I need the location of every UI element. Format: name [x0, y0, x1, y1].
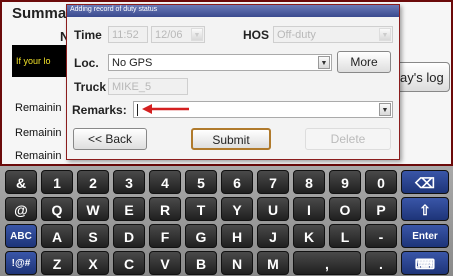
key-u[interactable]: U [257, 197, 289, 221]
key-8[interactable]: 8 [293, 170, 325, 194]
key-w[interactable]: W [77, 197, 109, 221]
key-t[interactable]: T [185, 197, 217, 221]
chevron-down-icon: ▼ [191, 28, 203, 41]
key-d[interactable]: D [113, 224, 145, 248]
enter-key[interactable]: Enter [401, 224, 449, 248]
key-x[interactable]: X [77, 251, 109, 275]
key-y[interactable]: Y [221, 197, 253, 221]
key-comma[interactable]: , [293, 251, 361, 275]
key-f[interactable]: F [149, 224, 181, 248]
symbols-key[interactable]: !@# [5, 251, 37, 275]
key-v[interactable]: V [149, 251, 181, 275]
key-2[interactable]: 2 [77, 170, 109, 194]
chevron-down-icon[interactable]: ▼ [318, 56, 330, 69]
time-field: 11:52 [108, 26, 148, 43]
key-n[interactable]: N [221, 251, 253, 275]
key-z[interactable]: Z [41, 251, 73, 275]
submit-button[interactable]: Submit [191, 128, 271, 150]
date-value: 12/06 [155, 29, 183, 41]
delete-button: Delete [305, 128, 391, 150]
key-dash[interactable]: - [365, 224, 397, 248]
keyboard-hide-icon[interactable]: ⌨ [401, 251, 449, 275]
location-value: No GPS [112, 57, 153, 69]
hos-value: Off-duty [277, 29, 316, 41]
back-button[interactable]: << Back [73, 128, 147, 150]
key-q[interactable]: Q [41, 197, 73, 221]
remaining-label-2: Remainin [15, 127, 62, 139]
key-period[interactable]: . [365, 251, 397, 275]
text-cursor [137, 104, 138, 116]
backspace-icon[interactable]: ⌫ [401, 170, 449, 194]
key-c[interactable]: C [113, 251, 145, 275]
date-field: 12/06 ▼ [151, 26, 205, 43]
key-o[interactable]: O [329, 197, 361, 221]
key-l[interactable]: L [329, 224, 361, 248]
hos-select: Off-duty ▼ [273, 26, 393, 43]
shift-icon[interactable]: ⇧ [401, 197, 449, 221]
key-4[interactable]: 4 [149, 170, 181, 194]
key-a[interactable]: A [41, 224, 73, 248]
dialog-title: Adding record of duty status [67, 5, 399, 17]
key-g[interactable]: G [185, 224, 217, 248]
key-h[interactable]: H [221, 224, 253, 248]
truck-field: MIKE_5 [108, 78, 188, 95]
key-i[interactable]: I [293, 197, 325, 221]
key-at[interactable]: @ [5, 197, 37, 221]
location-select[interactable]: No GPS ▼ [108, 54, 332, 71]
remaining-label-3: Remainin [15, 150, 62, 162]
key-5[interactable]: 5 [185, 170, 217, 194]
key-k[interactable]: K [293, 224, 325, 248]
on-screen-keyboard: & 1 2 3 4 5 6 7 8 9 0 ⌫ @ Q W E R T Y U … [0, 166, 453, 276]
key-9[interactable]: 9 [329, 170, 361, 194]
hos-label: HOS [243, 28, 270, 42]
more-button[interactable]: More [337, 51, 391, 73]
page-title: Summa [12, 5, 67, 22]
key-0[interactable]: 0 [365, 170, 397, 194]
key-e[interactable]: E [113, 197, 145, 221]
location-label: Loc. [74, 56, 99, 70]
duty-status-dialog: Adding record of duty status Time 11:52 … [66, 4, 400, 160]
red-arrow-icon [142, 104, 189, 114]
remaining-label-1: Remainin [15, 102, 62, 114]
chevron-down-icon[interactable]: ▼ [379, 103, 391, 116]
key-ampersand[interactable]: & [5, 170, 37, 194]
key-j[interactable]: J [257, 224, 289, 248]
key-p[interactable]: P [365, 197, 397, 221]
truck-label: Truck [74, 80, 107, 94]
key-3[interactable]: 3 [113, 170, 145, 194]
key-r[interactable]: R [149, 197, 181, 221]
key-b[interactable]: B [185, 251, 217, 275]
key-m[interactable]: M [257, 251, 289, 275]
key-1[interactable]: 1 [41, 170, 73, 194]
abc-key[interactable]: ABC [5, 224, 37, 248]
chevron-down-icon: ▼ [379, 28, 391, 41]
time-label: Time [74, 28, 102, 42]
remarks-label: Remarks: [72, 103, 127, 117]
days-log-button[interactable]: ay's log [396, 62, 450, 92]
key-7[interactable]: 7 [257, 170, 289, 194]
key-s[interactable]: S [77, 224, 109, 248]
key-6[interactable]: 6 [221, 170, 253, 194]
